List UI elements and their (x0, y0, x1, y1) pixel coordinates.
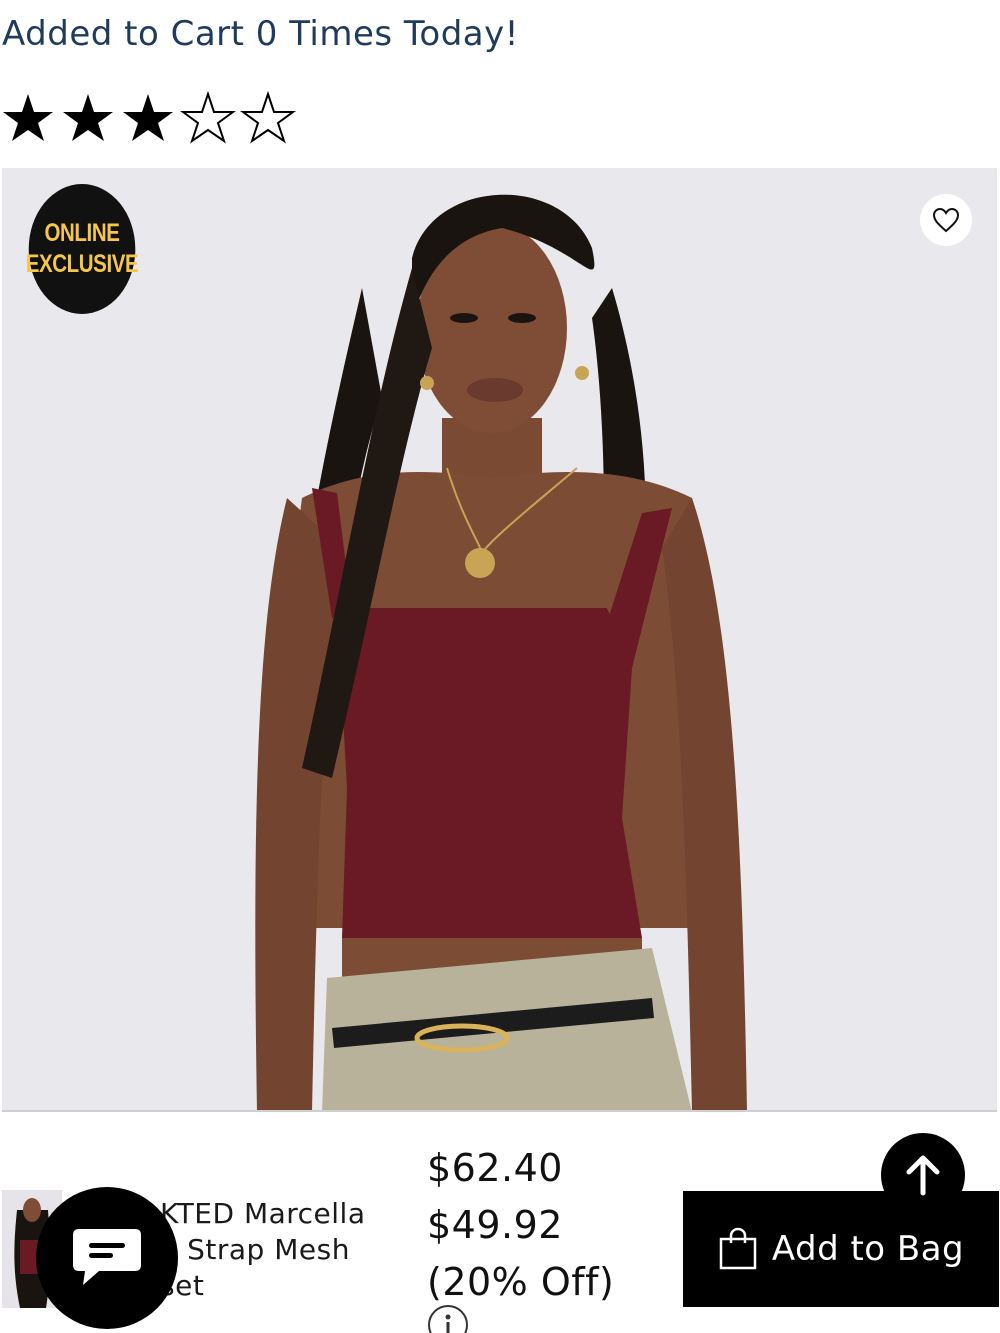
product-name-line-2: e Strap Mesh (160, 1233, 350, 1266)
product-name: KTED Marcella e Strap Mesh set (160, 1196, 400, 1304)
chat-bubble-icon (73, 1229, 141, 1285)
info-icon[interactable] (427, 1304, 469, 1333)
star-rating (0, 90, 300, 146)
heart-outline-icon (932, 207, 960, 233)
add-to-bag-label: Add to Bag (771, 1229, 965, 1269)
badge-line-2: EXCLUSIVE (25, 250, 139, 278)
star-icon-filled-1 (3, 94, 53, 141)
discount-label: (20% Off) (427, 1260, 615, 1304)
sale-price: $49.92 (427, 1203, 563, 1247)
star-icon-filled-2 (63, 94, 113, 141)
badge-line-1: ONLINE (44, 219, 120, 247)
product-name-line-1: KTED Marcella (160, 1197, 366, 1230)
star-icon-empty-5 (240, 90, 297, 144)
wishlist-button[interactable] (920, 194, 972, 246)
price-block: $62.40 $49.92 (20% Off) (427, 1140, 614, 1311)
online-exclusive-badge: ONLINE EXCLUSIVE (25, 184, 139, 314)
model-photo (255, 194, 747, 1110)
scroll-to-top-button[interactable] (881, 1133, 965, 1217)
chat-button[interactable] (36, 1187, 178, 1329)
arrow-up-icon (906, 1155, 940, 1196)
star-icon-filled-3 (123, 94, 173, 141)
original-price: $62.40 (427, 1146, 563, 1190)
product-name-line-3: set (160, 1269, 205, 1302)
star-icon-empty-4 (180, 90, 237, 144)
product-image[interactable] (2, 168, 997, 1112)
cart-count-notice: Added to Cart 0 Times Today! (2, 14, 519, 54)
add-to-bag-button[interactable]: Add to Bag (683, 1191, 999, 1307)
shopping-bag-icon (719, 1227, 757, 1270)
